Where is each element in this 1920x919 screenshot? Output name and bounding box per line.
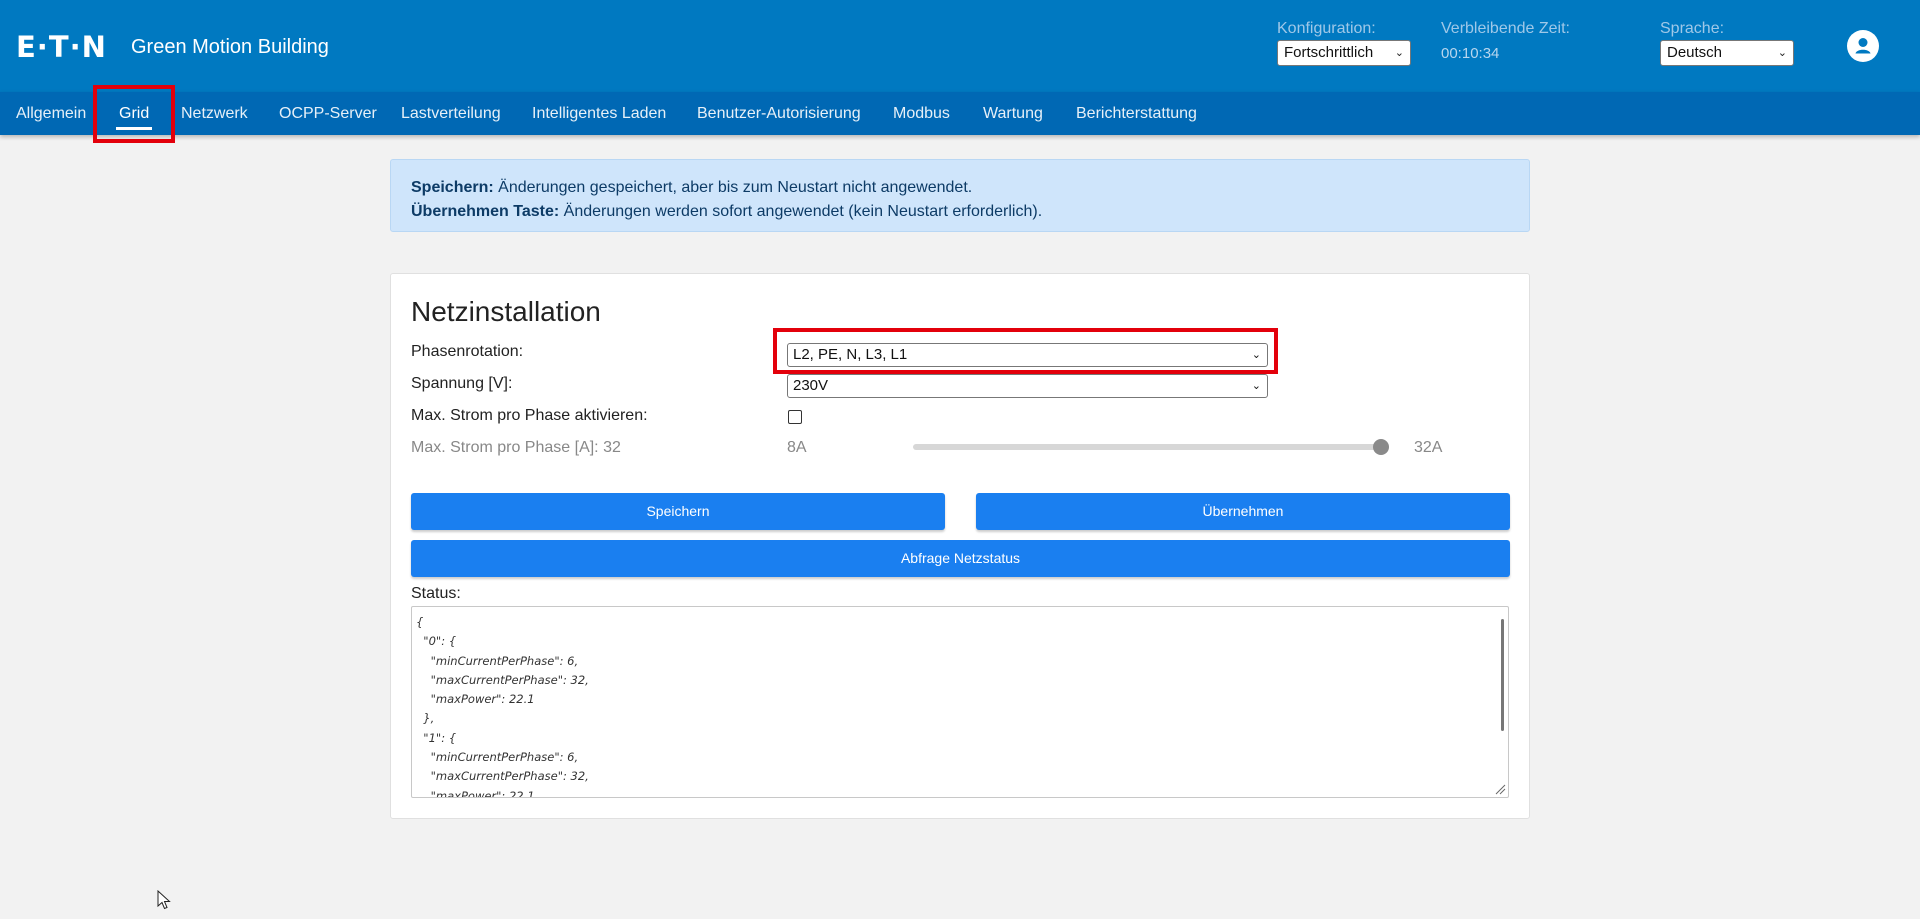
tab-wartung[interactable]: Wartung xyxy=(983,92,1043,135)
tab-lastverteilung[interactable]: Lastverteilung xyxy=(401,92,501,135)
info-alert: Speichern: Änderungen gespeichert, aber … xyxy=(390,159,1530,232)
config-select-value: Fortschrittlich xyxy=(1284,44,1374,61)
main-tabs: Allgemein Grid Netzwerk OCPP-Server Last… xyxy=(0,92,1920,135)
max-current-label: Max. Strom pro Phase [A]: 32 xyxy=(411,439,621,456)
tab-intelligentes-laden[interactable]: Intelligentes Laden xyxy=(532,92,666,135)
tab-grid[interactable]: Grid xyxy=(115,92,153,135)
max-current-enable-checkbox[interactable] xyxy=(788,410,802,424)
user-account-icon[interactable] xyxy=(1847,30,1879,62)
language-label: Sprache: xyxy=(1660,20,1725,37)
status-textarea[interactable]: { "0": { "minCurrentPerPhase": 6, "maxCu… xyxy=(411,606,1509,798)
chevron-down-icon: ⌄ xyxy=(1251,380,1261,392)
config-select[interactable]: Fortschrittlich ⌄ xyxy=(1277,40,1411,66)
phase-rotation-label: Phasenrotation: xyxy=(411,343,524,360)
language-select-value: Deutsch xyxy=(1667,44,1723,61)
card-title: Netzinstallation xyxy=(411,296,601,327)
eaton-logo: E·T·N xyxy=(16,30,107,64)
max-current-enable-label: Max. Strom pro Phase aktivieren: xyxy=(411,407,648,424)
phase-rotation-select[interactable]: L2, PE, N, L3, L1 ⌄ xyxy=(787,343,1268,367)
max-current-slider[interactable] xyxy=(913,439,1389,455)
remaining-time-value: 00:10:34 xyxy=(1441,45,1500,62)
tab-benutzer-autorisierung[interactable]: Benutzer-Autorisierung xyxy=(697,92,861,135)
status-json-text: { "0": { "minCurrentPerPhase": 6, "maxCu… xyxy=(416,615,589,798)
chevron-down-icon: ⌄ xyxy=(1777,47,1787,59)
tab-berichterstattung[interactable]: Berichterstattung xyxy=(1076,92,1197,135)
apply-button[interactable]: Übernehmen xyxy=(976,493,1510,530)
grid-installation-card: Netzinstallation Phasenrotation: L2, PE,… xyxy=(390,273,1530,819)
tab-ocpp-server[interactable]: OCPP-Server xyxy=(279,92,377,135)
app-title: Green Motion Building xyxy=(131,36,329,58)
top-header: E·T·N Green Motion Building Konfiguratio… xyxy=(0,0,1920,92)
voltage-value: 230V xyxy=(793,377,829,394)
resize-grip-icon[interactable] xyxy=(1494,783,1506,795)
status-label: Status: xyxy=(411,585,461,602)
tab-netzwerk[interactable]: Netzwerk xyxy=(181,92,248,135)
voltage-select[interactable]: 230V ⌄ xyxy=(787,374,1268,398)
phase-rotation-value: L2, PE, N, L3, L1 xyxy=(793,346,908,363)
chevron-down-icon: ⌄ xyxy=(1251,349,1261,361)
remaining-time-label: Verbleibende Zeit: xyxy=(1441,20,1570,37)
save-button[interactable]: Speichern xyxy=(411,493,945,530)
voltage-label: Spannung [V]: xyxy=(411,375,513,392)
range-max-label: 32A xyxy=(1414,439,1443,456)
info-apply-line: Übernehmen Taste: Änderungen werden sofo… xyxy=(411,203,1043,220)
info-save-line: Speichern: Änderungen gespeichert, aber … xyxy=(411,179,973,196)
config-label: Konfiguration: xyxy=(1277,20,1376,37)
query-grid-status-button[interactable]: Abfrage Netzstatus xyxy=(411,540,1510,577)
tab-allgemein[interactable]: Allgemein xyxy=(16,92,86,135)
chevron-down-icon: ⌄ xyxy=(1394,47,1404,59)
tab-modbus[interactable]: Modbus xyxy=(893,92,950,135)
mouse-pointer-icon xyxy=(157,890,171,910)
language-select[interactable]: Deutsch ⌄ xyxy=(1660,40,1794,66)
slider-thumb[interactable] xyxy=(1373,439,1389,455)
status-scrollbar[interactable] xyxy=(1501,619,1504,731)
range-min-label: 8A xyxy=(787,439,807,456)
